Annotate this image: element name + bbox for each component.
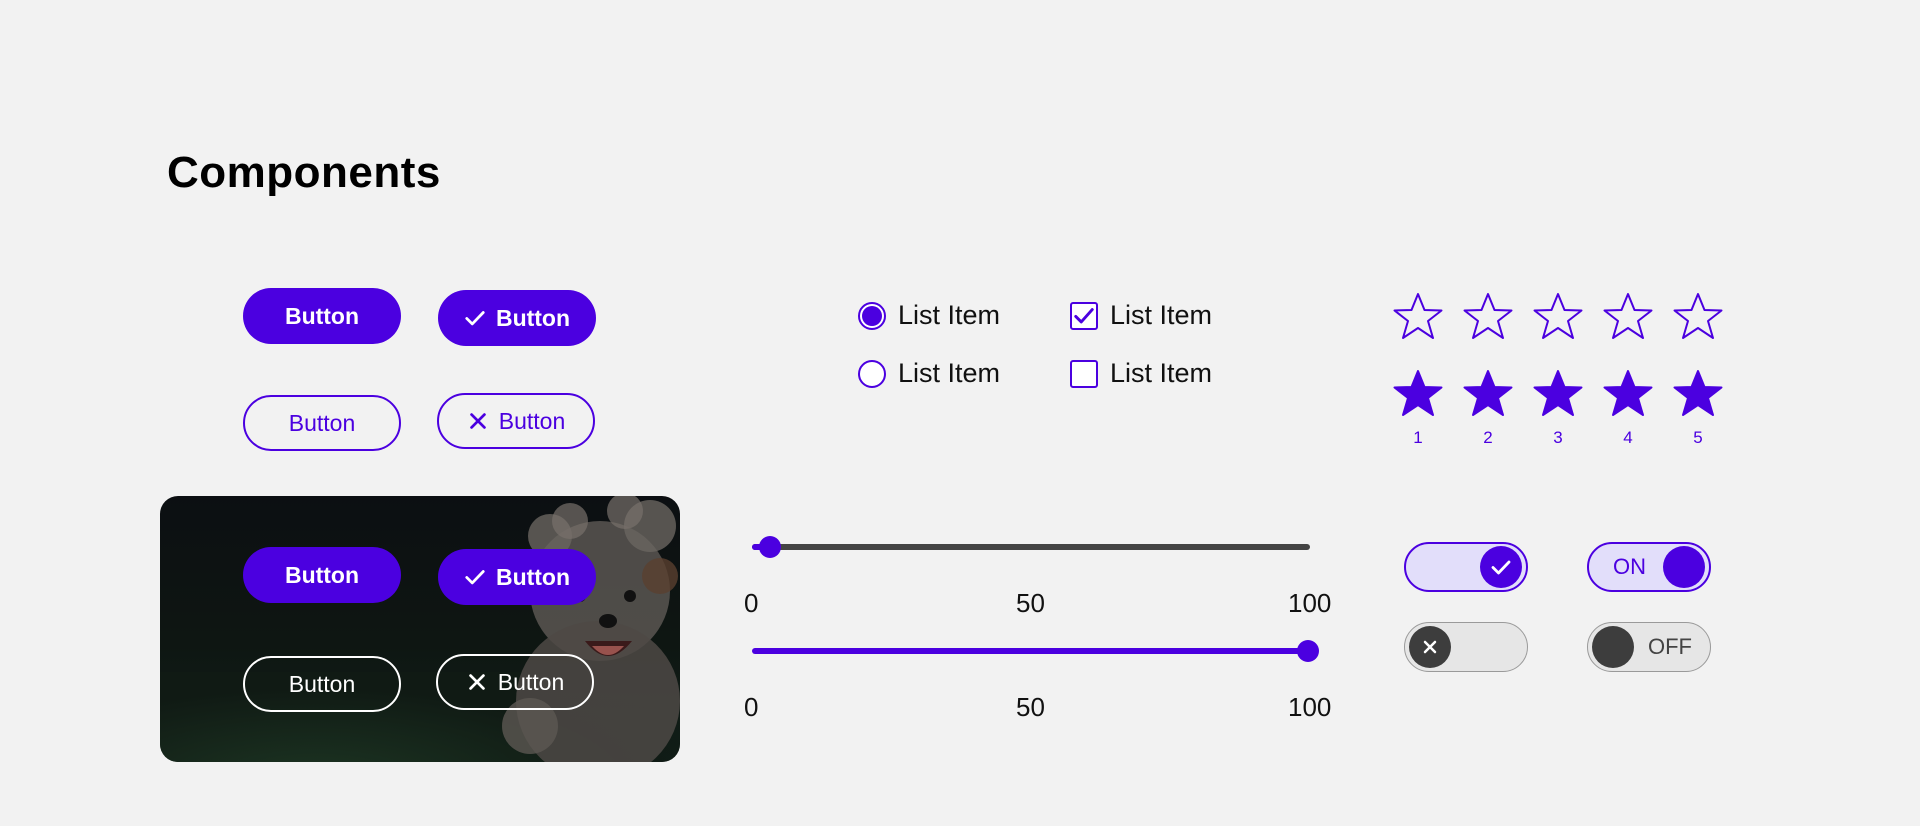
toggle-knob (1480, 546, 1522, 588)
radio-button-selected[interactable] (858, 301, 886, 330)
card-outline-button[interactable]: Button (243, 656, 401, 712)
star-outline-icon[interactable] (1602, 292, 1654, 342)
slider-1-track[interactable] (752, 544, 1310, 550)
check-icon (465, 311, 485, 326)
rating-number: 4 (1623, 428, 1633, 447)
dog-photo (502, 496, 680, 762)
star-filled-icon[interactable] (1532, 369, 1584, 419)
checkbox-checked[interactable] (1070, 301, 1098, 330)
radio-button[interactable] (858, 359, 886, 388)
filled-button[interactable]: Button (243, 288, 401, 344)
card-outline-close-button-label: Button (497, 668, 565, 695)
close-icon (1423, 640, 1437, 654)
close-icon (468, 674, 485, 690)
checkbox-item-1[interactable]: List Item (1070, 300, 1212, 331)
close-icon (469, 413, 486, 429)
radio-item-1[interactable]: List Item (858, 300, 1000, 331)
rating-number: 3 (1553, 428, 1563, 447)
checkbox-label: List Item (1110, 358, 1213, 388)
radio-label: List Item (898, 300, 1001, 330)
star-filled-icon[interactable] (1602, 369, 1654, 419)
filled-check-button-label: Button (495, 304, 571, 331)
slider-1-tick-max: 100 (1288, 588, 1332, 618)
slider-1-tick-mid: 50 (1016, 588, 1045, 618)
star-outline-icon[interactable] (1532, 292, 1584, 342)
slider-1-thumb[interactable] (759, 536, 781, 558)
star-outline-icon[interactable] (1392, 292, 1444, 342)
slider-2-tick-mid: 50 (1016, 692, 1045, 722)
check-icon (465, 570, 485, 585)
slider-2-tick-max: 100 (1288, 692, 1332, 722)
slider-2-tick-min: 0 (744, 692, 759, 722)
outline-close-button-label: Button (498, 407, 566, 434)
card-filled-check-button[interactable]: Button (438, 549, 596, 605)
card-outline-button-label: Button (288, 670, 356, 697)
toggle-knob (1592, 626, 1634, 668)
filled-check-button[interactable]: Button (438, 290, 596, 346)
page-title: Components (167, 148, 441, 197)
toggle-knob (1409, 626, 1451, 668)
components-page: Components Button Button Button Button B… (0, 0, 1920, 826)
filled-button-label: Button (284, 302, 360, 329)
check-icon (1074, 307, 1094, 323)
toggle-on-label: ON (1613, 554, 1646, 579)
star-outline-icon[interactable] (1672, 292, 1724, 342)
check-icon (1491, 560, 1511, 575)
radio-item-2[interactable]: List Item (858, 358, 1000, 389)
star-outline-icon[interactable] (1462, 292, 1514, 342)
slider-1-tick-min: 0 (744, 588, 759, 618)
icon-toggle-on[interactable] (1404, 542, 1528, 592)
star-filled-icon[interactable] (1462, 369, 1514, 419)
icon-toggle-off[interactable] (1404, 622, 1528, 672)
checkbox-label: List Item (1110, 300, 1213, 330)
rating-number: 1 (1413, 428, 1423, 447)
card-filled-button-label: Button (284, 561, 360, 588)
slider-2-thumb[interactable] (1297, 640, 1319, 662)
star-filled-icon[interactable] (1672, 369, 1724, 419)
card-filled-button[interactable]: Button (243, 547, 401, 603)
toggle-off-label: OFF (1648, 634, 1692, 659)
text-toggle-off[interactable]: OFF (1587, 622, 1711, 672)
outline-button[interactable]: Button (243, 395, 401, 451)
image-card (160, 496, 680, 762)
checkbox-item-2[interactable]: List Item (1070, 358, 1212, 389)
radio-label: List Item (898, 358, 1001, 388)
checkbox[interactable] (1070, 359, 1098, 388)
rating-number: 2 (1483, 428, 1493, 447)
text-toggle-on[interactable]: ON (1587, 542, 1711, 592)
outline-button-label: Button (288, 409, 356, 436)
slider-2-track[interactable] (752, 648, 1310, 654)
rating-number: 5 (1693, 428, 1703, 447)
outline-close-button[interactable]: Button (437, 393, 595, 449)
card-filled-check-button-label: Button (495, 563, 571, 590)
star-filled-icon[interactable] (1392, 369, 1444, 419)
toggle-knob (1663, 546, 1705, 588)
card-outline-close-button[interactable]: Button (436, 654, 594, 710)
